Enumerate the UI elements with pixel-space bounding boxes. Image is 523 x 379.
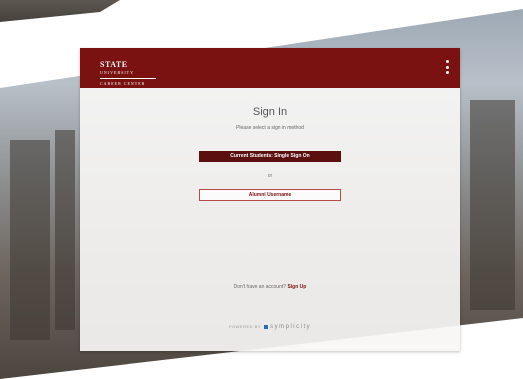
or-divider: or (267, 173, 273, 179)
powered-by-brand: symplicity (270, 324, 312, 330)
page-title: Sign In (252, 106, 288, 118)
single-sign-on-button[interactable]: Current Students: Single Sign On (199, 151, 341, 162)
logo-line3: CAREER CENTER (100, 81, 146, 86)
menu-dot (446, 65, 449, 69)
signup-prompt: Don't have an account? Sign Up (80, 284, 460, 290)
page-subtitle: Please select a sign in method (236, 125, 304, 131)
building-shape (10, 140, 50, 340)
building-shape (470, 100, 515, 310)
header-bar: STATE UNIVERSITY CAREER CENTER (80, 48, 460, 88)
more-vertical-icon[interactable] (446, 60, 450, 74)
powered-by: POWERED BY symplicity (80, 324, 460, 330)
logo-rule (100, 78, 156, 79)
menu-dot (446, 71, 449, 74)
alumni-username-button[interactable]: Alumni Username (199, 189, 341, 201)
building-shape (55, 130, 75, 330)
logo-line2: UNIVERSITY (100, 70, 134, 75)
signup-link[interactable]: Sign Up (287, 284, 306, 290)
logo-line1: STATE (100, 60, 128, 69)
page: STATE UNIVERSITY CAREER CENTER Sign In P… (0, 0, 523, 379)
menu-dot (446, 60, 449, 63)
signup-text: Don't have an account? (233, 284, 287, 290)
university-logo: STATE UNIVERSITY CAREER CENTER (100, 61, 156, 88)
login-card: STATE UNIVERSITY CAREER CENTER Sign In P… (80, 48, 460, 351)
powered-by-label: POWERED BY (228, 324, 261, 329)
symplicity-logo-icon (263, 324, 268, 329)
